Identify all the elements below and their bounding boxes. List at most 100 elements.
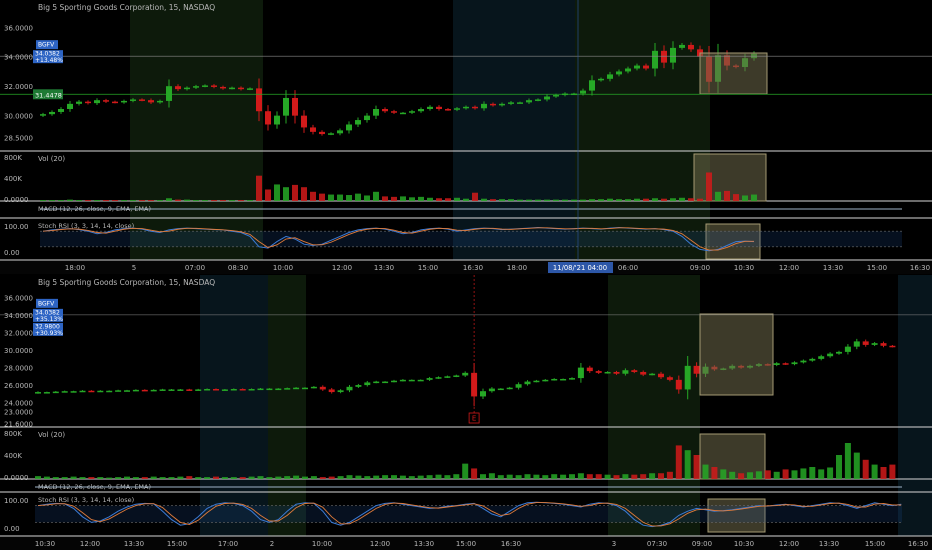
candle[interactable] [257, 388, 264, 391]
candle[interactable] [43, 392, 50, 394]
candle[interactable] [480, 391, 486, 397]
candle[interactable] [292, 97, 298, 116]
candle[interactable] [103, 100, 109, 102]
candle[interactable] [301, 115, 307, 128]
candle[interactable] [355, 120, 361, 125]
candle[interactable] [274, 115, 280, 125]
candle[interactable] [364, 382, 371, 386]
candle[interactable] [445, 109, 451, 111]
candle[interactable] [193, 86, 199, 88]
candle[interactable] [666, 377, 673, 380]
candle[interactable] [490, 103, 496, 106]
candle[interactable] [221, 389, 228, 391]
candle[interactable] [293, 387, 300, 390]
candle[interactable] [679, 44, 685, 48]
candle[interactable] [195, 389, 202, 391]
candle[interactable] [124, 390, 130, 392]
candle[interactable] [634, 65, 640, 69]
candle[interactable] [809, 358, 816, 361]
candle[interactable] [106, 390, 113, 393]
candle[interactable] [391, 380, 397, 383]
candle[interactable] [166, 86, 172, 101]
candle[interactable] [132, 389, 139, 392]
candle[interactable] [310, 127, 316, 132]
candle[interactable] [337, 130, 343, 134]
candle[interactable] [598, 78, 604, 81]
candle[interactable] [121, 100, 127, 103]
candle[interactable] [640, 371, 647, 375]
candle[interactable] [880, 343, 887, 346]
candle[interactable] [85, 101, 91, 104]
candle[interactable] [248, 389, 255, 391]
candle[interactable] [862, 341, 869, 345]
candle[interactable] [211, 85, 217, 87]
candle[interactable] [427, 106, 433, 110]
candle[interactable] [275, 388, 282, 391]
candle[interactable] [220, 86, 226, 89]
candle[interactable] [517, 102, 523, 104]
candle[interactable] [853, 341, 860, 347]
candle[interactable] [328, 389, 335, 393]
candle[interactable] [204, 389, 211, 391]
candle[interactable] [616, 71, 622, 75]
candle[interactable] [844, 346, 851, 352]
candle[interactable] [661, 50, 667, 63]
candle[interactable] [382, 109, 388, 112]
candle[interactable] [435, 377, 442, 379]
candle[interactable] [409, 111, 415, 113]
candle[interactable] [175, 86, 181, 90]
candle[interactable] [417, 379, 424, 382]
candle[interactable] [112, 101, 118, 104]
candle[interactable] [643, 65, 649, 69]
candle[interactable] [213, 389, 219, 391]
candle[interactable] [148, 100, 154, 103]
candle[interactable] [560, 378, 567, 381]
candle[interactable] [622, 370, 629, 374]
candle[interactable] [526, 100, 532, 103]
candle[interactable] [607, 74, 613, 79]
candle[interactable] [177, 389, 184, 391]
candle[interactable] [283, 97, 289, 116]
candle[interactable] [693, 365, 700, 374]
candle[interactable] [595, 371, 602, 373]
candle[interactable] [391, 111, 397, 113]
candle[interactable] [589, 80, 595, 91]
candle[interactable] [88, 390, 95, 393]
candle[interactable] [535, 99, 541, 101]
candle[interactable] [58, 109, 64, 112]
candle[interactable] [551, 378, 558, 381]
candle[interactable] [49, 111, 55, 115]
candle[interactable] [454, 108, 460, 110]
candle[interactable] [481, 103, 487, 109]
candle[interactable] [70, 391, 77, 393]
candle[interactable] [168, 389, 175, 391]
candle[interactable] [782, 363, 789, 365]
candle[interactable] [836, 351, 842, 354]
candle[interactable] [453, 375, 460, 377]
candle[interactable] [553, 95, 559, 97]
candle[interactable] [337, 390, 344, 393]
candle[interactable] [97, 390, 104, 393]
candle[interactable] [684, 365, 691, 390]
candle[interactable] [35, 392, 41, 394]
candle[interactable] [773, 363, 780, 365]
candle[interactable] [818, 356, 825, 359]
candle[interactable] [328, 133, 334, 135]
candle[interactable] [625, 68, 631, 72]
candle[interactable] [355, 385, 362, 387]
candle[interactable] [364, 115, 370, 121]
candle[interactable] [159, 389, 166, 391]
chart-canvas[interactable]: 36.000034.000032.000030.000028.500031.44… [0, 0, 932, 550]
candle[interactable] [256, 88, 262, 112]
candle[interactable] [40, 114, 46, 116]
candle[interactable] [230, 389, 237, 391]
candle[interactable] [506, 387, 513, 390]
candle[interactable] [94, 100, 100, 104]
candle[interactable] [544, 96, 550, 100]
candle[interactable] [115, 390, 122, 392]
candle[interactable] [139, 99, 145, 101]
candle[interactable] [463, 106, 469, 109]
candle[interactable] [382, 381, 389, 384]
candle[interactable] [649, 373, 656, 376]
candle[interactable] [302, 387, 308, 390]
